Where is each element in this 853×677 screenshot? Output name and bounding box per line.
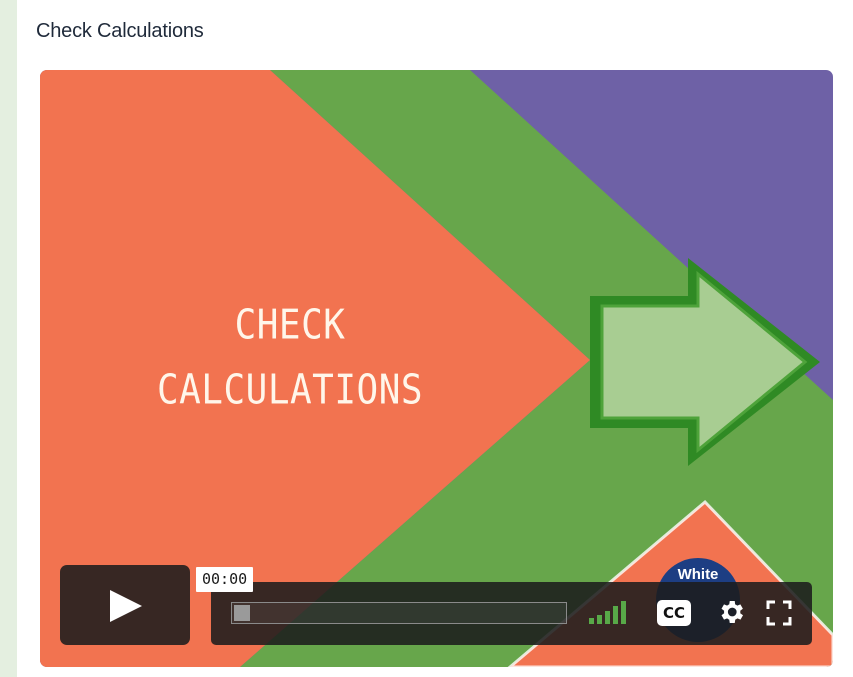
fullscreen-icon[interactable]	[765, 599, 793, 627]
closed-captions-button[interactable]: CC	[657, 600, 691, 626]
timecode-tooltip: 00:00	[196, 567, 254, 592]
volume-bars-icon[interactable]	[587, 600, 633, 626]
play-icon	[110, 590, 142, 622]
video-player[interactable]: CHECK CALCULATIONS White CC 00:00	[40, 70, 833, 667]
progress-bar[interactable]	[231, 602, 567, 624]
play-button[interactable]	[60, 565, 190, 645]
video-headline-line2: CALCULATIONS	[156, 366, 424, 415]
player-control-bar: CC	[211, 582, 812, 645]
gear-icon[interactable]	[716, 597, 746, 627]
page-title: Check Calculations	[36, 20, 204, 42]
badge-text: White	[677, 566, 719, 583]
video-headline-line1: CHECK	[234, 301, 346, 350]
progress-handle[interactable]	[234, 605, 250, 621]
